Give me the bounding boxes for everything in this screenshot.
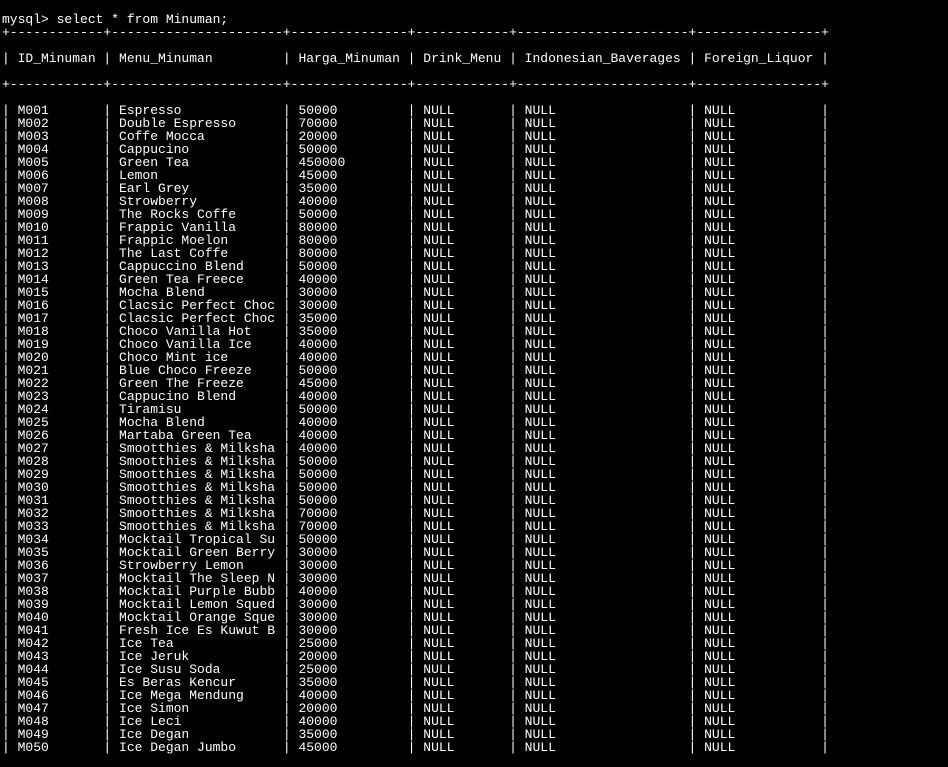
table-header-row: | ID_Minuman | Menu_Minuman | Harga_Minu… [2,52,946,65]
table-row: | M048 | Ice Leci | 40000 | NULL | NULL … [2,715,946,728]
table-row: | M047 | Ice Simon | 20000 | NULL | NULL… [2,702,946,715]
table-body: | M001 | Espresso | 50000 | NULL | NULL … [2,104,946,754]
table-row: | M045 | Es Beras Kencur | 35000 | NULL … [2,676,946,689]
table-row: | M046 | Ice Mega Mendung | 40000 | NULL… [2,689,946,702]
table-border-top: +------------+----------------------+---… [2,26,946,39]
table-border-mid: +------------+----------------------+---… [2,78,946,91]
terminal-output: mysql> select * from Minuman; +---------… [0,0,948,767]
table-row: | M044 | Ice Susu Soda | 25000 | NULL | … [2,663,946,676]
table-row: | M049 | Ice Degan | 35000 | NULL | NULL… [2,728,946,741]
table-row: | M050 | Ice Degan Jumbo | 45000 | NULL … [2,741,946,754]
